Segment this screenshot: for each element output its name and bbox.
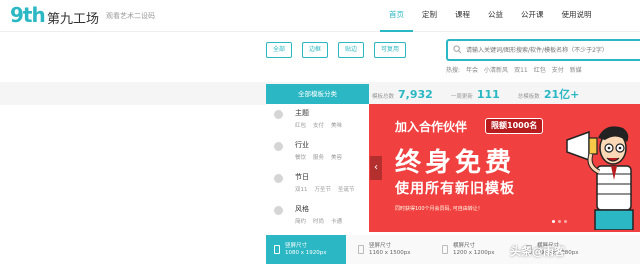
- nav-charity[interactable]: 公益: [479, 0, 512, 32]
- filter-bar: 全部 边框 贴边 可复用: [266, 42, 407, 58]
- hot-tag[interactable]: 红包: [534, 65, 546, 74]
- size-options: 竖屏尺寸 1080 x 1920px 竖屏尺寸 1160 x 1500px 横屏…: [266, 235, 640, 264]
- filter-border-button[interactable]: 边框: [302, 42, 329, 58]
- search-icon: [453, 45, 462, 54]
- category-list: 主题 红包 支付 美味 行业 餐饮 服务 美容 节日 双11 万圣节 圣诞节 风…: [266, 104, 369, 232]
- main-nav: 首页 定制 课程 公益 公开课 使用说明: [380, 0, 601, 32]
- category-subs: 红包 支付 美味: [295, 121, 342, 129]
- size-dimensions: 1200 x 1200px: [453, 249, 495, 256]
- category-subs: 双11 万圣节 圣诞节: [295, 185, 355, 193]
- size-text: 竖屏尺寸 1160 x 1500px: [369, 243, 411, 257]
- size-option[interactable]: 横屏尺寸 1200 x 1200px: [434, 235, 514, 264]
- category-sub-link[interactable]: 美味: [331, 121, 342, 129]
- size-option[interactable]: 竖屏尺寸 1160 x 1500px: [350, 235, 430, 264]
- page: 9th 第九工场 观看艺术二设码 首页 定制 课程 公益 公开课 使用说明 全部…: [0, 0, 640, 264]
- size-dimensions: 1160 x 1500px: [369, 249, 411, 256]
- stat-value: 111: [476, 87, 500, 101]
- stat-weekly: 一周更新 111: [451, 88, 500, 101]
- category-sub-link[interactable]: 圣诞节: [338, 185, 355, 193]
- filter-edge-button[interactable]: 贴边: [338, 42, 365, 58]
- hot-tag[interactable]: 支付: [552, 65, 564, 74]
- phone-icon: [358, 245, 364, 254]
- banner-subheadline: 使用所有新旧模板: [395, 181, 515, 197]
- category-sub-link[interactable]: 红包: [295, 121, 306, 129]
- size-text: 竖屏尺寸 1080 x 1920px: [285, 243, 327, 257]
- nav-home[interactable]: 首页: [380, 0, 413, 32]
- logo[interactable]: 9th: [10, 3, 46, 27]
- hot-tags: 热搜: 年会 小清新风 双11 红包 支付 新媒: [446, 65, 582, 74]
- category-title: 主题: [295, 109, 309, 117]
- category-sub-link[interactable]: 服务: [313, 153, 324, 161]
- promo-banner[interactable]: ‹ 加入合作伙伴 限额1000名 终身免费 使用所有新旧模板 同时获得100个月…: [369, 104, 640, 232]
- tagline: 观看艺术二设码: [106, 12, 155, 20]
- banner-join-text: 加入合作伙伴: [395, 120, 468, 134]
- category-sub-link[interactable]: 万圣节: [315, 185, 332, 193]
- category-sub-link[interactable]: 双11: [295, 185, 308, 193]
- search-box[interactable]: [446, 39, 640, 61]
- size-text: 横屏尺寸 1200 x 1200px: [453, 243, 495, 257]
- stat-label: 模板总数: [372, 93, 395, 100]
- carousel-dot[interactable]: [564, 220, 567, 223]
- category-sub-link[interactable]: 简约: [295, 217, 306, 225]
- carousel-dot[interactable]: [558, 220, 561, 223]
- size-label: 横屏尺寸: [453, 242, 476, 249]
- category-item-style[interactable]: 风格 简约 时尚 卡通: [266, 200, 369, 232]
- category-title: 行业: [295, 141, 309, 149]
- size-label: 竖屏尺寸: [369, 242, 392, 249]
- logo-text[interactable]: 第九工场: [47, 8, 99, 27]
- size-label: 竖屏尺寸: [285, 242, 308, 249]
- stat-label: 总模板数: [517, 94, 540, 100]
- carousel-dots: [552, 220, 567, 223]
- search-input[interactable]: [466, 44, 636, 56]
- category-sub-link[interactable]: 美容: [331, 153, 342, 161]
- watermark: 头条@雨客: [510, 245, 565, 258]
- category-sub-link[interactable]: 卡通: [331, 217, 342, 225]
- stat-uses: 总模板数 21亿+: [518, 86, 580, 102]
- nav-custom[interactable]: 定制: [413, 0, 446, 32]
- stats-bar: 模板总数 7,932 一周更新 111 总模板数 21亿+: [372, 84, 640, 104]
- hot-tag[interactable]: 小清新风: [484, 65, 508, 74]
- banner-note: 同时获得100个月会员码, 可自由转让！: [395, 206, 483, 212]
- megaphone-man-illustration: [566, 126, 634, 230]
- category-title: 风格: [295, 205, 309, 213]
- industry-icon: [274, 142, 283, 151]
- banner-headline: 终身免费: [395, 148, 516, 178]
- category-sub-link[interactable]: 餐饮: [295, 153, 306, 161]
- phone-icon: [274, 245, 280, 254]
- stat-value: 7,932: [398, 87, 433, 101]
- carousel-dot[interactable]: [552, 220, 555, 223]
- category-item-festival[interactable]: 节日 双11 万圣节 圣诞节: [266, 168, 369, 200]
- category-item-theme[interactable]: 主题 红包 支付 美味: [266, 104, 369, 136]
- hot-tag[interactable]: 新媒: [570, 65, 582, 74]
- header: 9th 第九工场 观看艺术二设码 首页 定制 课程 公益 公开课 使用说明: [0, 0, 640, 32]
- category-sub-link[interactable]: 支付: [313, 121, 324, 129]
- nav-open-class[interactable]: 公开课: [512, 0, 553, 32]
- banner-limit-badge: 限额1000名: [485, 118, 544, 134]
- category-item-industry[interactable]: 行业 餐饮 服务 美容: [266, 136, 369, 168]
- category-sub-link[interactable]: 时尚: [313, 217, 324, 225]
- category-subs: 简约 时尚 卡通: [295, 217, 342, 225]
- festival-icon: [274, 174, 283, 183]
- category-header[interactable]: 全部模板分类: [266, 84, 369, 104]
- square-icon: [442, 245, 448, 254]
- filter-all-button[interactable]: 全部: [266, 42, 293, 58]
- nav-courses[interactable]: 课程: [446, 0, 479, 32]
- theme-icon: [274, 110, 283, 119]
- size-option[interactable]: 竖屏尺寸 1080 x 1920px: [266, 235, 346, 264]
- hot-tags-label: 热搜:: [446, 67, 461, 74]
- stat-label: 一周更新: [450, 93, 473, 100]
- banner-prev-button[interactable]: ‹: [370, 156, 382, 180]
- size-dimensions: 1080 x 1920px: [285, 249, 327, 256]
- stat-total: 模板总数 7,932: [372, 88, 433, 101]
- category-title: 节日: [295, 173, 309, 181]
- category-subs: 餐饮 服务 美容: [295, 153, 342, 161]
- stat-value: 21亿+: [543, 88, 580, 101]
- filter-reusable-button[interactable]: 可复用: [374, 42, 407, 58]
- nav-instructions[interactable]: 使用说明: [553, 0, 601, 32]
- hot-tag[interactable]: 双11: [514, 65, 528, 74]
- style-icon: [274, 206, 283, 215]
- hot-tag[interactable]: 年会: [466, 65, 478, 74]
